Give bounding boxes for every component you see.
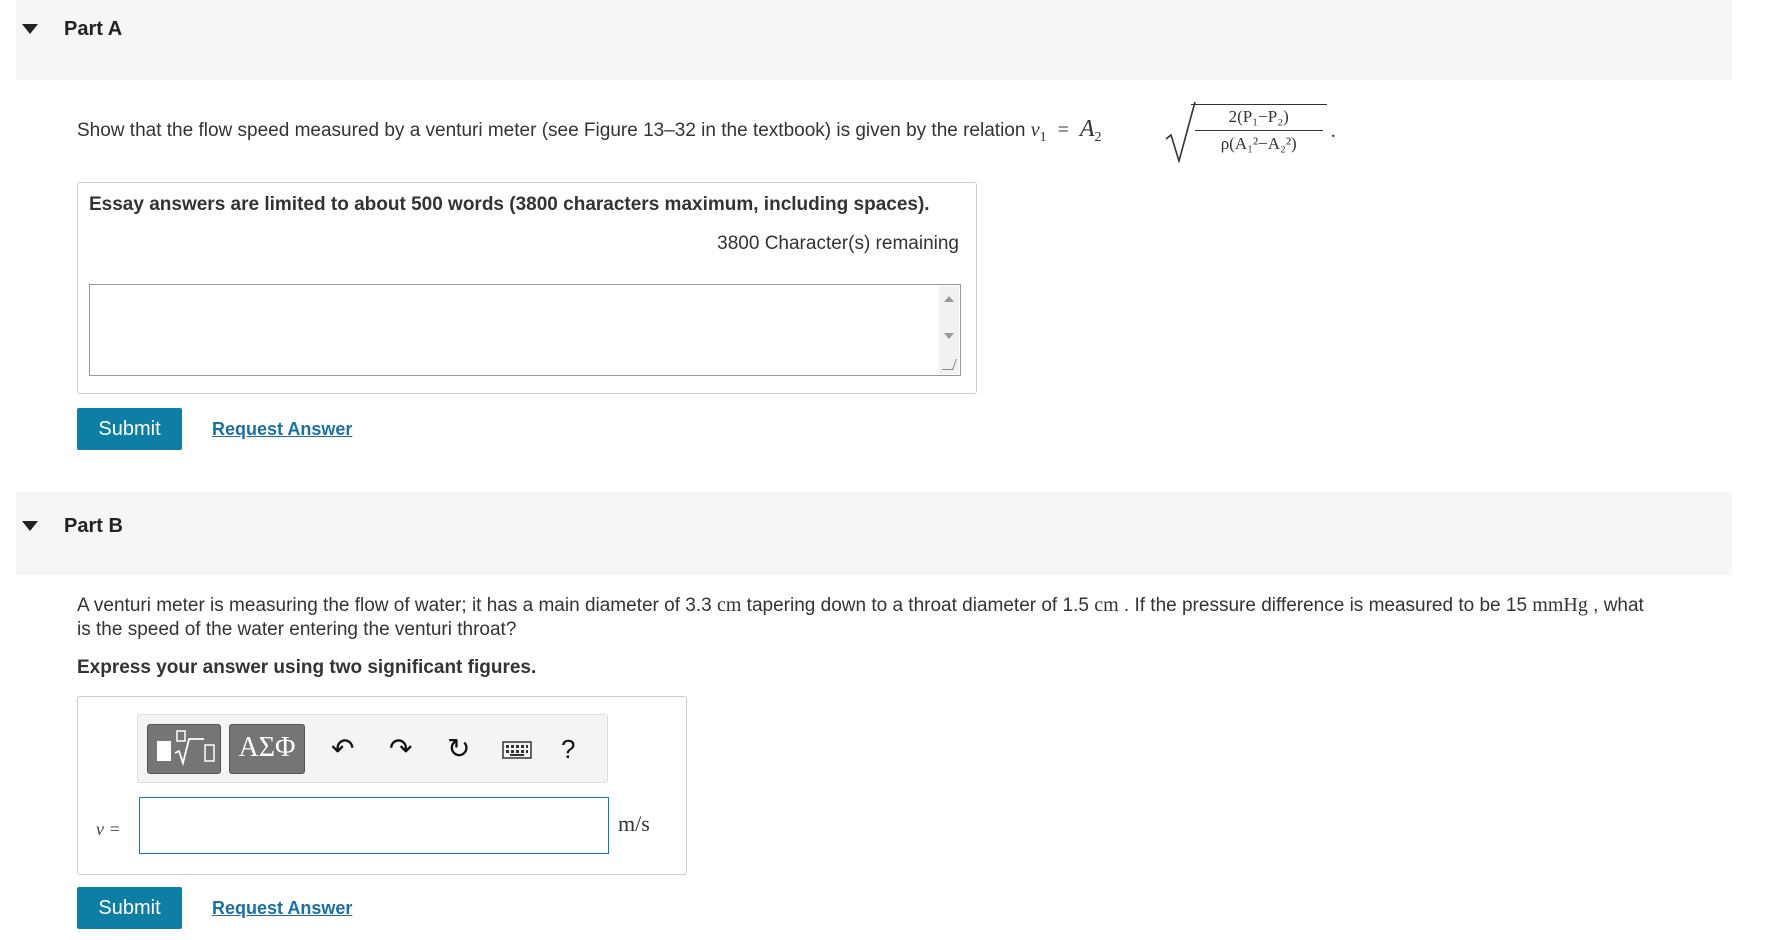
unit-mmhg: mmHg bbox=[1532, 594, 1588, 616]
undo-icon[interactable]: ↶ bbox=[331, 729, 354, 769]
part-a-request-answer-link[interactable]: Request Answer bbox=[212, 419, 352, 440]
fraction-numerator: 2(P₁−P₂) bbox=[1228, 107, 1289, 126]
answer-instruction: Express your answer using two significan… bbox=[77, 657, 537, 678]
question-text: Show that the flow speed measured by a v… bbox=[77, 120, 1031, 141]
formula: v1 = A2 2(P₁−P₂) ρ(A₁²−A₂²) . bbox=[1031, 101, 1336, 163]
characters-remaining: 3800 Character(s) remaining bbox=[717, 233, 959, 254]
templates-button[interactable] bbox=[147, 724, 221, 774]
unit-label: m/s bbox=[618, 811, 650, 836]
part-b-request-answer-link[interactable]: Request Answer bbox=[212, 898, 352, 919]
essay-limit-note: Essay answers are limited to about 500 w… bbox=[89, 194, 930, 215]
help-icon[interactable]: ? bbox=[561, 729, 575, 769]
answer-input[interactable] bbox=[139, 797, 609, 854]
unit-cm: cm bbox=[1094, 594, 1119, 616]
fraction-denominator: ρ(A₁²−A₂²) bbox=[1220, 134, 1297, 153]
keyboard-icon[interactable] bbox=[502, 741, 532, 759]
part-a-submit-button[interactable]: Submit bbox=[77, 408, 182, 450]
part-b-header[interactable] bbox=[16, 492, 1732, 575]
part-b-question: A venturi meter is measuring the flow of… bbox=[77, 594, 1644, 640]
essay-textarea[interactable] bbox=[89, 284, 961, 376]
part-b-title: Part B bbox=[64, 515, 123, 537]
part-a-title: Part A bbox=[64, 18, 123, 40]
answer-box: ΑΣΦ ↶ ↷ ↻ ? v = m/s bbox=[77, 696, 687, 875]
part-a-header[interactable] bbox=[16, 0, 1732, 80]
caret-down-icon[interactable] bbox=[22, 521, 38, 531]
textarea-scrollbar[interactable] bbox=[939, 286, 959, 374]
sqrt-icon bbox=[1165, 101, 1196, 163]
variable-label: v = bbox=[96, 819, 121, 839]
redo-icon[interactable]: ↷ bbox=[389, 729, 412, 769]
resize-grip-icon[interactable] bbox=[941, 359, 958, 370]
essay-box: Essay answers are limited to about 500 w… bbox=[77, 182, 977, 394]
math-toolbar: ΑΣΦ ↶ ↷ ↻ ? bbox=[137, 714, 608, 783]
scroll-up-icon[interactable] bbox=[944, 296, 954, 302]
unit-cm: cm bbox=[716, 594, 742, 616]
part-b-submit-button[interactable]: Submit bbox=[77, 887, 182, 929]
caret-down-icon[interactable] bbox=[22, 24, 38, 34]
part-a-question: Show that the flow speed measured by a v… bbox=[77, 101, 1336, 163]
templates-icon bbox=[157, 730, 215, 767]
reset-icon[interactable]: ↻ bbox=[447, 729, 470, 769]
greek-symbols-button[interactable]: ΑΣΦ bbox=[229, 724, 305, 774]
scroll-down-icon[interactable] bbox=[944, 333, 954, 339]
